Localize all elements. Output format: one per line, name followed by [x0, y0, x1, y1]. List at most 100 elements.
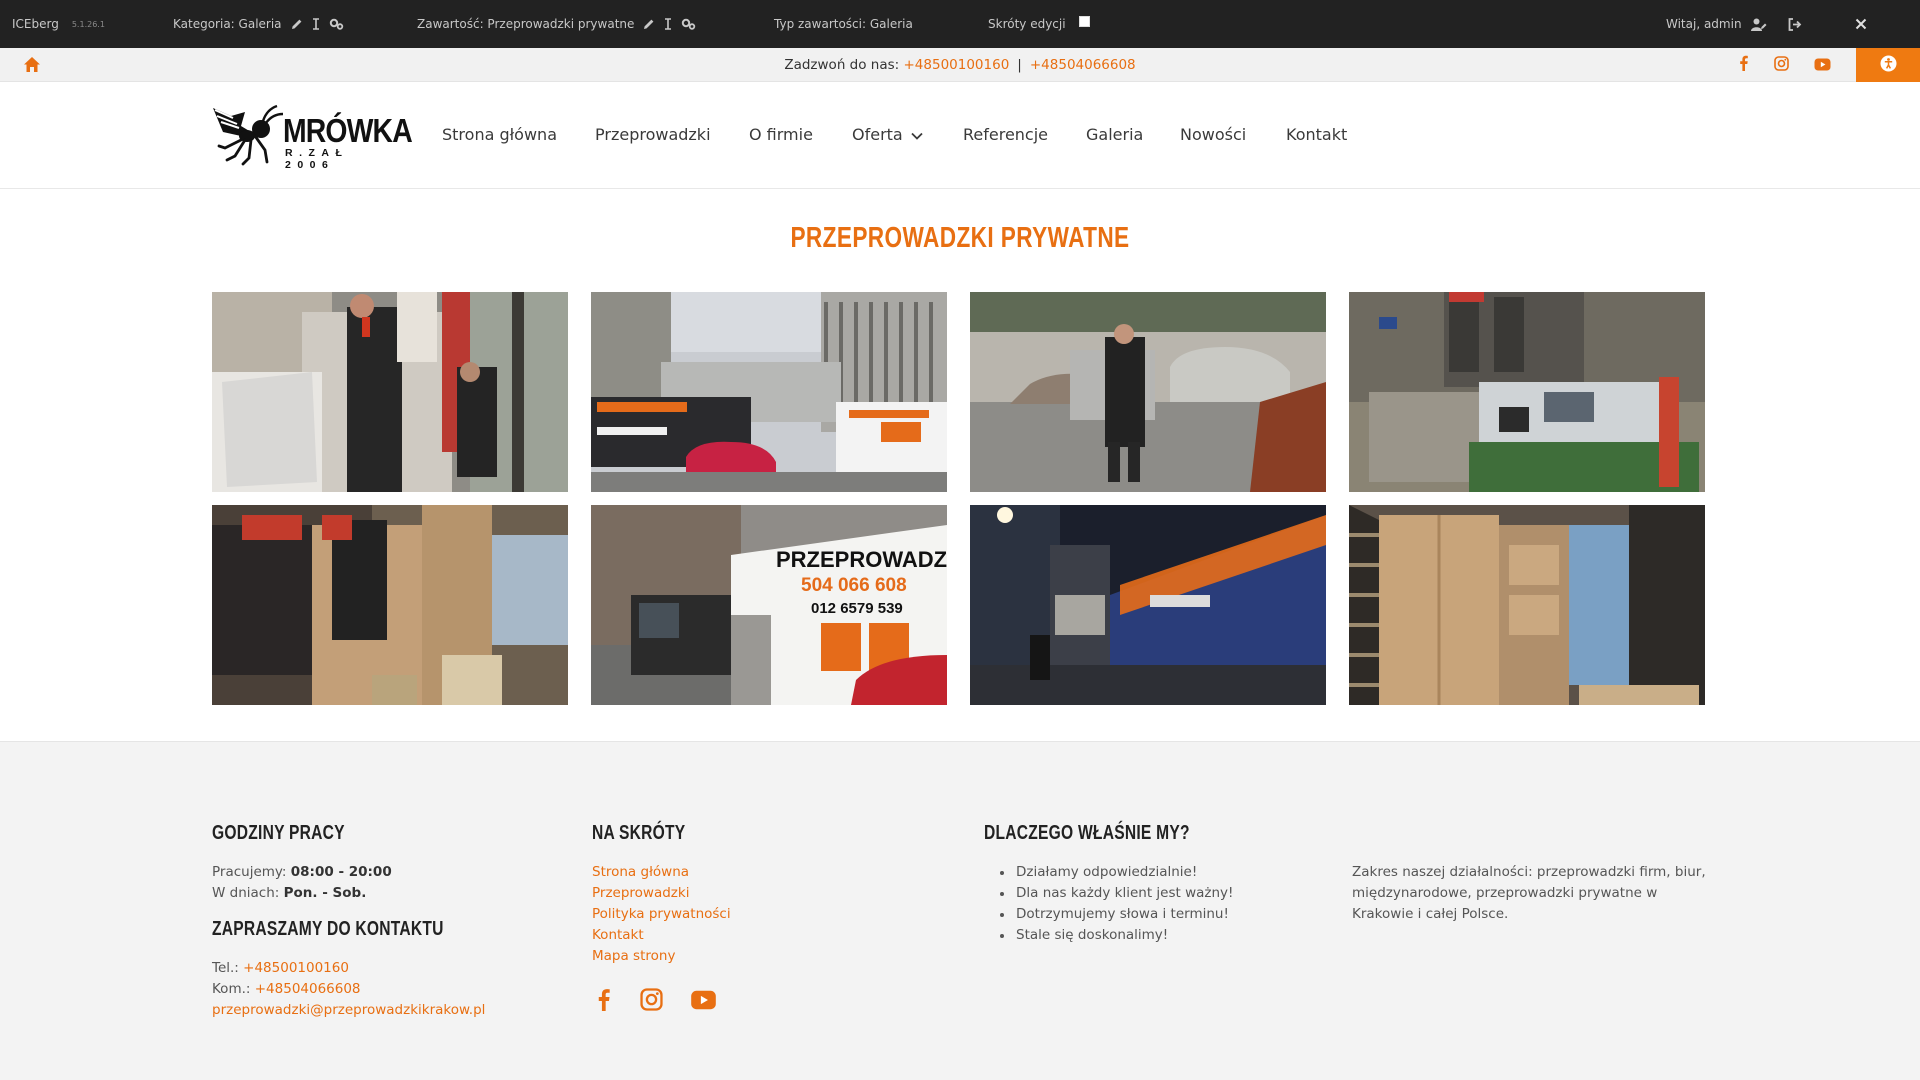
- gallery-photo[interactable]: PRZEPROWADZKI 504 066 608 012 6579 539: [591, 505, 947, 705]
- accessibility-icon[interactable]: [1880, 55, 1897, 76]
- why-us-heading: DLACZEGO WŁAŚNIE MY?: [984, 822, 1190, 844]
- admin-category: Kategoria: Galeria: [173, 0, 344, 48]
- footer-link-sitemap[interactable]: Mapa strony: [592, 946, 731, 967]
- tel-link[interactable]: +48500100160: [243, 960, 349, 976]
- pencil-icon[interactable]: [643, 18, 655, 30]
- gears-icon[interactable]: [329, 18, 344, 30]
- nav-label: Galeria: [1086, 125, 1144, 144]
- admin-user[interactable]: Witaj, admin: [1666, 0, 1767, 48]
- user-edit-icon[interactable]: [1750, 18, 1767, 31]
- truck-phone-b: 012 6579 539: [811, 600, 903, 617]
- close-icon[interactable]: [1855, 18, 1867, 30]
- truck-phone-a: 504 066 608: [801, 575, 907, 596]
- kom-label: Kom.:: [212, 981, 251, 997]
- instagram-icon[interactable]: [640, 988, 663, 1015]
- work-hours-value: 08:00 - 20:00: [290, 864, 392, 880]
- gallery-photo[interactable]: [970, 505, 1326, 705]
- gallery-photo[interactable]: [970, 292, 1326, 492]
- phone-link-1[interactable]: +48500100160: [904, 57, 1010, 73]
- wardrobe-boxes-photo: [1349, 505, 1705, 705]
- text-cursor-icon[interactable]: [664, 18, 672, 30]
- nav-item-about[interactable]: O firmie: [749, 125, 813, 144]
- call-label: Zadzwoń do nas:: [784, 57, 900, 73]
- top-facebook-link[interactable]: [1739, 48, 1748, 82]
- nav-label: Nowości: [1180, 125, 1247, 144]
- work-days-value: Pon. - Sob.: [283, 885, 367, 901]
- top-instagram-link[interactable]: [1774, 48, 1789, 82]
- site-logo[interactable]: MRÓWKA R.ZAŁ 2006: [211, 102, 413, 171]
- movers-loading-photo: [212, 292, 568, 492]
- admin-content-type: Typ zawartości: Galeria: [774, 0, 913, 48]
- footer-link-moving[interactable]: Przeprowadzki: [592, 883, 731, 904]
- gallery-photo[interactable]: [1349, 505, 1705, 705]
- youtube-icon[interactable]: [690, 990, 717, 1014]
- close-button[interactable]: [1855, 0, 1867, 48]
- gallery-photo[interactable]: [1349, 292, 1705, 492]
- facebook-icon[interactable]: [1739, 55, 1748, 75]
- admin-app-name[interactable]: ICEberg 5.1.26.1: [12, 0, 105, 48]
- page-title: PRZEPROWADZKI PRYWATNE: [790, 222, 1130, 254]
- nav-item-gallery[interactable]: Galeria: [1086, 125, 1143, 144]
- gallery-photo[interactable]: [212, 292, 568, 492]
- instagram-icon[interactable]: [1774, 55, 1789, 75]
- kom-link[interactable]: +48504066608: [255, 981, 361, 997]
- why-us-item: Działamy odpowiedzialnie!: [984, 862, 1233, 883]
- youtube-icon[interactable]: [1814, 56, 1831, 75]
- nav-item-offer[interactable]: Oferta: [852, 125, 923, 144]
- category-label: Kategoria: Galeria: [173, 17, 282, 31]
- nav-label: Oferta: [852, 125, 903, 144]
- nav-item-news[interactable]: Nowości: [1180, 125, 1246, 144]
- hours-heading: GODZINY PRACY: [212, 822, 345, 844]
- call-us: Zadzwoń do nas: +48500100160 | +4850406660…: [0, 48, 1920, 82]
- admin-toolbar: ICEberg 5.1.26.1 Kategoria: Galeria Zawar…: [0, 0, 1920, 48]
- nav-item-contact[interactable]: Kontakt: [1286, 125, 1347, 144]
- nav-label: Strona główna: [442, 125, 557, 144]
- gallery-photo[interactable]: [212, 505, 568, 705]
- gears-icon[interactable]: [681, 18, 696, 30]
- facebook-icon[interactable]: [597, 988, 610, 1015]
- nav-item-references[interactable]: Referencje: [963, 125, 1048, 144]
- nav-label: Przeprowadzki: [595, 125, 711, 144]
- ant-logo-icon: [213, 104, 284, 166]
- hours-info: Pracujemy: 08:00 - 20:00 W dniach: Pon. …: [212, 862, 392, 904]
- work-hours-label: Pracujemy:: [212, 864, 287, 880]
- shortcuts-checkbox[interactable]: [1078, 15, 1090, 27]
- site-footer: GODZINY PRACY Pracujemy: 08:00 - 20:00 W…: [0, 741, 1920, 1080]
- about-text: Zakres naszej działalności: przeprowadzk…: [1352, 864, 1706, 922]
- work-hours-line: Pracujemy: 08:00 - 20:00: [212, 862, 392, 883]
- nav-item-moving[interactable]: Przeprowadzki: [595, 125, 711, 144]
- logout-button[interactable]: [1788, 0, 1802, 48]
- truck-night-photo: [970, 505, 1326, 705]
- app-name: ICEberg: [12, 17, 59, 31]
- contact-info: Tel.: +48500100160 Kom.: +48504066608 pr…: [212, 958, 485, 1021]
- phone-link-2[interactable]: +48504066608: [1030, 57, 1136, 73]
- email-link[interactable]: przeprowadzki@przeprowadzkikrakow.pl: [212, 1000, 485, 1021]
- office-equipment-photo: [1349, 292, 1705, 492]
- admin-shortcuts[interactable]: Skróty edycji: [988, 0, 1090, 48]
- footer-link-contact[interactable]: Kontakt: [592, 925, 731, 946]
- contact-heading: ZAPRASZAMY DO KONTAKTU: [212, 918, 444, 940]
- mover-street-photo: [970, 292, 1326, 492]
- app-version: 5.1.26.1: [71, 19, 105, 29]
- truck-street-photo: PRZEPROWADZKI 504 066 608 012 6579 539: [591, 505, 947, 705]
- top-youtube-link[interactable]: [1814, 48, 1831, 82]
- accessibility-button[interactable]: [1856, 48, 1920, 82]
- logout-icon[interactable]: [1788, 17, 1802, 31]
- footer-link-privacy[interactable]: Polityka prywatności: [592, 904, 731, 925]
- work-days-line: W dniach: Pon. - Sob.: [212, 883, 392, 904]
- gallery-photo[interactable]: [591, 292, 947, 492]
- work-days-label: W dniach:: [212, 885, 280, 901]
- footer-instagram-link[interactable]: [640, 988, 663, 1015]
- chevron-down-icon: [911, 125, 923, 144]
- shortcuts-label: Skróty edycji: [988, 17, 1066, 31]
- nav-item-home[interactable]: Strona główna: [442, 125, 557, 144]
- shortcuts-links: Strona główna Przeprowadzki Polityka pry…: [592, 862, 731, 967]
- footer-youtube-link[interactable]: [690, 990, 717, 1014]
- admin-content: Zawartość: Przeprowadzki prywatne: [417, 0, 696, 48]
- why-us-item: Stale się doskonalimy!: [984, 925, 1233, 946]
- pencil-icon[interactable]: [291, 18, 303, 30]
- footer-link-home[interactable]: Strona główna: [592, 862, 731, 883]
- top-info-bar: Zadzwoń do nas: +48500100160 | +4850406660…: [0, 48, 1920, 82]
- text-cursor-icon[interactable]: [312, 18, 320, 30]
- footer-facebook-link[interactable]: [597, 988, 610, 1015]
